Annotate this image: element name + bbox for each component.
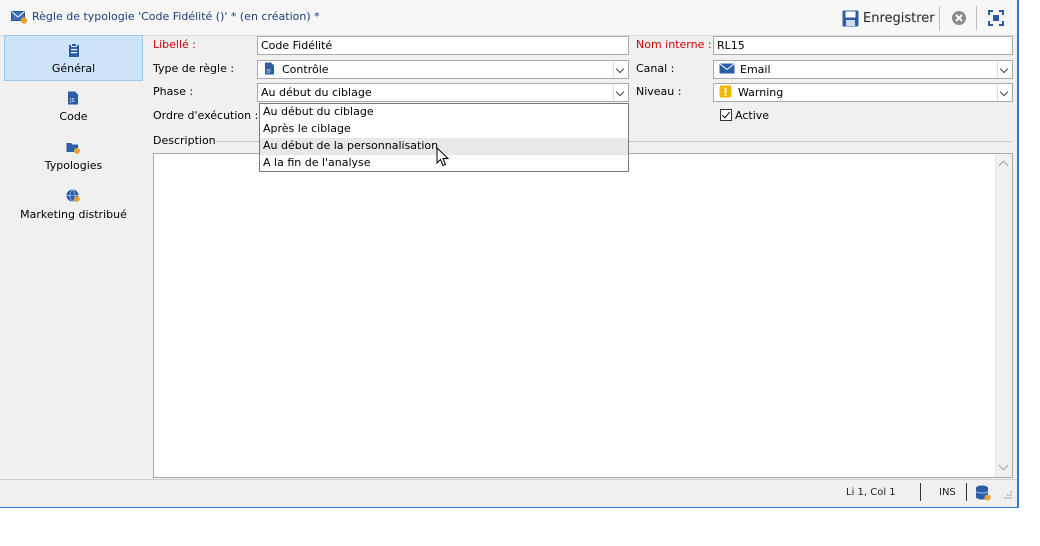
cursor-position: Li 1, Col 1: [846, 487, 896, 498]
insert-mode: INS: [939, 487, 956, 498]
svg-text:JS: JS: [266, 69, 271, 75]
niveau-select[interactable]: Warning: [713, 83, 1013, 102]
sidebar-item-label: Code: [59, 110, 88, 123]
libelle-input[interactable]: Code Fidélité: [257, 36, 629, 55]
status-separator: [966, 483, 967, 501]
email-rule-icon: [11, 11, 28, 24]
type-regle-label: Type de règle :: [153, 62, 235, 75]
rule-window: Règle de typologie 'Code Fidélité ()' * …: [0, 0, 1019, 508]
description-label: Description: [153, 134, 216, 147]
ordre-execution-label: Ordre d'exécution :: [153, 109, 259, 122]
chevron-down-icon[interactable]: [997, 61, 1012, 78]
save-button-label: Enregistrer: [863, 10, 935, 26]
js-file-icon: JS: [68, 91, 78, 105]
clipboard-icon: [69, 43, 79, 57]
phase-select[interactable]: Au début du ciblage: [257, 83, 629, 102]
description-textarea[interactable]: [153, 153, 1013, 478]
chevron-down-icon[interactable]: [613, 61, 628, 78]
phase-value: Au début du ciblage: [261, 86, 372, 99]
database-icon: [975, 485, 991, 501]
status-bar: Li 1, Col 1 INS: [0, 479, 1017, 507]
sidebar-item-typologies[interactable]: Typologies: [4, 133, 143, 179]
libelle-label: Libellé :: [153, 38, 197, 51]
maximize-icon[interactable]: [988, 10, 1004, 26]
type-regle-select[interactable]: JS Contrôle: [257, 60, 629, 79]
canal-label: Canal :: [636, 62, 675, 75]
canal-select[interactable]: Email: [713, 60, 1013, 79]
chevron-down-icon[interactable]: [613, 84, 628, 101]
envelope-icon: [719, 63, 735, 74]
phase-option[interactable]: Après le ciblage: [260, 121, 628, 138]
niveau-value: Warning: [738, 86, 784, 99]
floppy-disk-icon: [842, 10, 859, 26]
toolbar-separator: [976, 6, 977, 30]
title-bar: Règle de typologie 'Code Fidélité ()' * …: [0, 0, 1017, 36]
mouse-pointer-icon: [436, 147, 450, 167]
chevron-down-icon[interactable]: [997, 84, 1012, 101]
globe-user-icon: [66, 189, 80, 202]
resize-grip-icon[interactable]: [1003, 490, 1013, 500]
warning-icon: [719, 85, 732, 98]
svg-text:JS: JS: [69, 98, 75, 104]
nom-interne-label: Nom interne :: [636, 38, 712, 51]
sidebar-item-label: Marketing distribué: [20, 208, 127, 221]
scroll-up-icon[interactable]: [998, 160, 1009, 171]
vertical-scrollbar[interactable]: [995, 154, 1012, 477]
save-button[interactable]: Enregistrer: [842, 8, 935, 28]
close-circle-icon[interactable]: [951, 10, 967, 26]
sidebar-item-label: Général: [51, 62, 96, 75]
toolbar-separator: [939, 6, 940, 30]
sidebar-item-label: Typologies: [44, 159, 103, 172]
status-separator: [920, 483, 921, 501]
active-label: Active: [735, 109, 770, 122]
js-file-icon: JS: [265, 62, 274, 75]
nom-interne-input[interactable]: RL15: [713, 36, 1013, 55]
sidebar-item-general[interactable]: Général: [4, 35, 143, 81]
scroll-down-icon[interactable]: [998, 460, 1009, 471]
canal-value: Email: [740, 63, 771, 76]
sidebar-item-code[interactable]: JS Code: [4, 84, 143, 130]
niveau-label: Niveau :: [636, 85, 682, 98]
sidebar-item-marketing-distribue[interactable]: Marketing distribué: [4, 182, 143, 228]
window-title: Règle de typologie 'Code Fidélité ()' * …: [32, 10, 320, 23]
type-regle-value: Contrôle: [282, 63, 329, 76]
sidebar: Général JS Code Typologies Marketing dis…: [4, 35, 144, 475]
folder-typology-icon: [66, 143, 80, 154]
phase-label: Phase :: [153, 85, 194, 98]
general-form: Libellé : Code Fidélité Nom interne : RL…: [148, 35, 1015, 478]
phase-option[interactable]: Au début du ciblage: [260, 104, 628, 121]
active-checkbox[interactable]: [720, 109, 732, 121]
